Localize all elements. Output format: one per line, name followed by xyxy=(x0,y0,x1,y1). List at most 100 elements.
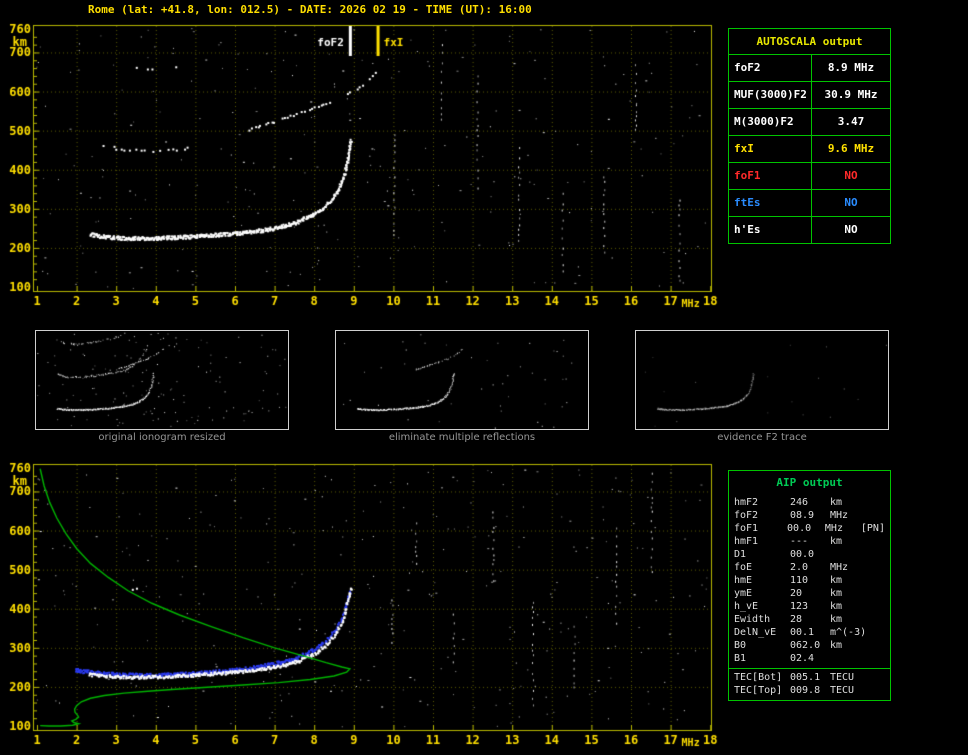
aip-param-unit: km xyxy=(830,536,843,547)
aip-param-label: foF1 xyxy=(734,523,759,534)
aip-param-value: 20 xyxy=(790,588,803,599)
autoscala-param-label: MUF(3000)F2 xyxy=(729,82,812,108)
aip-param-flag xyxy=(868,613,885,626)
aip-row-fof1: foF1 00.0 MHz [PN] xyxy=(729,522,890,535)
aip-param-value: 28 xyxy=(790,614,803,625)
aip-param-value: --- xyxy=(790,536,809,547)
aip-row-hmf2: hmF2 246 km xyxy=(729,496,890,509)
aip-param-unit: km xyxy=(830,640,843,651)
aip-param-value: 246 xyxy=(790,497,809,508)
autoscala-param-value: 3.47 xyxy=(837,115,865,128)
autoscala-param-label: ftEs xyxy=(729,190,812,216)
aip-tec-rows: TEC[Bot] 005.1 TECU TEC[Top] 009.8 TECU xyxy=(729,671,890,697)
aip-param-flag xyxy=(868,671,885,684)
autoscala-param-value: NO xyxy=(844,196,858,209)
aip-row-h-ve: h_vE 123 km xyxy=(729,600,890,613)
aip-param-label: TEC[Top] xyxy=(734,685,783,696)
aip-param-unit: MHz xyxy=(830,510,849,521)
aip-row-tec-top: TEC[Top] 009.8 TECU xyxy=(729,684,890,697)
aip-param-unit: TECU xyxy=(830,672,855,683)
autoscala-row-muf-3000-f2: MUF(3000)F2 30.9 MHz xyxy=(729,82,890,109)
thumbnail-original-ionogram xyxy=(35,330,289,430)
aip-param-label: hmF1 xyxy=(734,536,759,547)
aip-param-label: DelN_vE xyxy=(734,627,777,638)
autoscala-table-rows: foF2 8.9 MHz MUF(3000)F2 30.9 MHz M(3000)F2 3… xyxy=(729,55,890,243)
aip-table-rows: hmF2 246 km foF2 08.9 MHz foF1 00.0 MHz [PN] hmF1 -… xyxy=(729,496,890,665)
aip-param-value: 005.1 xyxy=(790,672,821,683)
aip-param-unit: TECU xyxy=(830,685,855,696)
aip-param-flag xyxy=(868,561,885,574)
autoscala-param-label: M(3000)F2 xyxy=(729,109,812,135)
aip-param-value: 00.1 xyxy=(790,627,815,638)
autoscala-row-fof2: foF2 8.9 MHz xyxy=(729,55,890,82)
aip-param-unit: km xyxy=(830,601,843,612)
aip-param-label: h_vE xyxy=(734,601,759,612)
autoscala-screen: { "window": { "title": "Rome (lat: +41.8… xyxy=(0,0,968,755)
aip-param-value: 110 xyxy=(790,575,809,586)
aip-row-foe: foE 2.0 MHz xyxy=(729,561,890,574)
autoscala-param-value: 9.6 MHz xyxy=(827,142,875,155)
autoscala-output-table: AUTOSCALA output foF2 8.9 MHz MUF(3000)F2 3… xyxy=(728,28,891,244)
aip-param-value: 009.8 xyxy=(790,685,821,696)
aip-output-table: AIP output hmF2 246 km foF2 08.9 MHz foF1 00.0 M… xyxy=(728,470,891,701)
aip-param-flag xyxy=(868,587,885,600)
aip-param-flag xyxy=(868,652,885,665)
thumbnail-caption: eliminate multiple reflections xyxy=(388,432,536,443)
autoscala-row-fof1: foF1 NO xyxy=(729,163,890,190)
aip-row-fof2: foF2 08.9 MHz xyxy=(729,509,890,522)
aip-param-label: hmE xyxy=(734,575,753,586)
aip-param-value: 2.0 xyxy=(790,562,809,573)
autoscala-param-label: foF1 xyxy=(729,163,812,189)
autoscala-param-value: NO xyxy=(844,223,858,236)
aip-param-flag: [PN] xyxy=(860,523,885,534)
autoscala-param-label: foF2 xyxy=(729,55,812,81)
aip-row-yme: ymE 20 km xyxy=(729,587,890,600)
aip-param-unit: km xyxy=(830,575,843,586)
aip-param-label: foF2 xyxy=(734,510,759,521)
aip-param-flag xyxy=(868,509,885,522)
aip-param-value: 062.0 xyxy=(790,640,821,651)
aip-param-label: B0 xyxy=(734,640,747,651)
thumbnail-evidence-f2-trace xyxy=(635,330,889,430)
top-ionogram-canvas xyxy=(0,14,722,316)
aip-param-value: 08.9 xyxy=(790,510,815,521)
aip-param-unit: MHz xyxy=(824,523,843,534)
thumbnail-caption: original ionogram resized xyxy=(98,432,226,443)
autoscala-param-label: fxI xyxy=(729,136,812,162)
aip-row-deln-ve: DelN_vE 00.1 m^(-3) xyxy=(729,626,890,639)
aip-row-ewidth: Ewidth 28 km xyxy=(729,613,890,626)
aip-param-unit xyxy=(830,652,868,665)
aip-row-b1: B1 02.4 xyxy=(729,652,890,665)
aip-param-unit xyxy=(830,548,868,561)
aip-param-label: D1 xyxy=(734,549,747,560)
aip-param-flag xyxy=(868,639,885,652)
aip-param-flag xyxy=(868,496,885,509)
aip-tec-separator xyxy=(729,668,890,669)
aip-param-value: 123 xyxy=(790,601,809,612)
autoscala-param-value: 8.9 MHz xyxy=(827,61,875,74)
autoscala-row-ftes: ftEs NO xyxy=(729,190,890,217)
aip-param-flag xyxy=(868,684,885,697)
autoscala-param-value: 30.9 MHz xyxy=(824,88,878,101)
thumbnail-caption: evidence F2 trace xyxy=(717,432,807,443)
aip-param-label: ymE xyxy=(734,588,753,599)
thumbnail-eliminate-reflections xyxy=(335,330,589,430)
aip-param-flag xyxy=(868,600,885,613)
autoscala-row-m-3000-f2: M(3000)F2 3.47 xyxy=(729,109,890,136)
aip-param-flag xyxy=(868,535,885,548)
aip-param-flag xyxy=(868,548,885,561)
aip-param-label: B1 xyxy=(734,653,747,664)
autoscala-row-h-es: h'Es NO xyxy=(729,217,890,243)
aip-param-value: 00.0 xyxy=(790,549,815,560)
aip-param-unit: m^(-3) xyxy=(830,627,867,638)
aip-param-unit: km xyxy=(830,588,843,599)
aip-param-flag xyxy=(868,626,885,639)
aip-param-flag xyxy=(868,574,885,587)
bottom-ionogram-profile-canvas xyxy=(0,453,722,755)
aip-param-unit: km xyxy=(830,614,843,625)
aip-param-label: hmF2 xyxy=(734,497,759,508)
aip-param-unit: MHz xyxy=(830,562,849,573)
aip-param-label: foE xyxy=(734,562,753,573)
aip-param-label: Ewidth xyxy=(734,614,771,625)
aip-row-tec-bot: TEC[Bot] 005.1 TECU xyxy=(729,671,890,684)
